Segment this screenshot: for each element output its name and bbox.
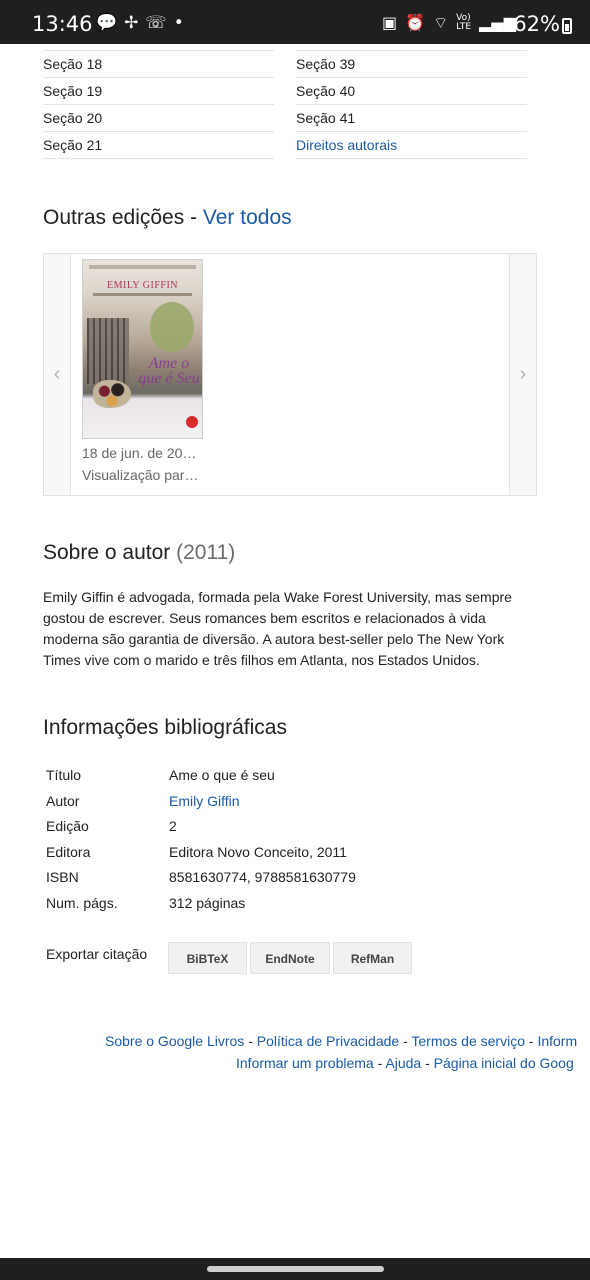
footer-separator: - [421, 1055, 434, 1071]
section-item[interactable]: Seção 40 [296, 77, 527, 104]
carousel-next-button[interactable]: › [509, 254, 536, 495]
chevron-right-icon: › [519, 363, 527, 385]
bibliographic-heading: Informações bibliográficas [43, 716, 287, 739]
about-author-year: (2011) [176, 541, 236, 564]
battery-percent: 62% [513, 12, 560, 36]
status-time: 13:46 [32, 12, 93, 36]
footer-link-terms[interactable]: Termos de serviço [411, 1033, 525, 1049]
other-editions-heading: Outras edições - Ver todos [43, 206, 292, 230]
home-gesture-handle[interactable] [207, 1266, 384, 1272]
bib-value: 8581630774, 9788581630779 [169, 869, 356, 886]
sections-column-right: Seção 39 Seção 40 Seção 41 Direitos auto… [296, 50, 527, 159]
cover-subtitle [93, 293, 192, 296]
wifi-icon: ⌔ [433, 13, 449, 32]
endnote-button[interactable]: EndNote [250, 942, 330, 974]
page: 13:46 💬 ✢ ☏ • ▣ ⏰ ⌔ Vo) LTE ▂▄▆ 62% Seção… [0, 0, 590, 1280]
bib-value: 312 páginas [169, 894, 246, 911]
footer-line-2: Informar um problema - Ajuda - Página in… [236, 1052, 574, 1074]
alarm-icon: ⏰ [405, 13, 426, 32]
footer-separator: - [524, 1033, 538, 1049]
about-author-title: Sobre o autor [43, 541, 177, 564]
see-all-link[interactable]: Ver todos [203, 206, 292, 229]
footer-separator: - [244, 1033, 257, 1049]
footer-link-home[interactable]: Página inicial do Goog [434, 1055, 574, 1071]
cover-trees [150, 302, 194, 352]
bib-value: 2 [169, 818, 177, 835]
bib-value: Editora Novo Conceito, 2011 [169, 843, 347, 860]
section-item[interactable]: Seção 19 [43, 77, 274, 104]
footer-link-help[interactable]: Ajuda [385, 1055, 421, 1071]
editions-carousel: ‹ EMILY GIFFIN Ame o que é Seu 18 de jun… [43, 253, 537, 496]
chat-bubble-icon: 💬 [96, 13, 118, 33]
cover-flowers [93, 380, 131, 408]
about-author-heading: Sobre o autor (2011) [43, 541, 235, 565]
bibtex-button[interactable]: BiBTeX [168, 942, 247, 974]
status-bar: 13:46 💬 ✢ ☏ • ▣ ⏰ ⌔ Vo) LTE ▂▄▆ 62% [0, 0, 590, 44]
about-author-text: Emily Giffin é advogada, formada pela Wa… [43, 589, 512, 668]
cover-tagline [89, 265, 196, 269]
section-item[interactable]: Seção 41 [296, 104, 527, 131]
bibliographic-table: Título Ame o que é seu Autor Emily Giffi… [46, 763, 356, 917]
navigation-bar [0, 1258, 590, 1280]
cover-author: EMILY GIFFIN [106, 280, 178, 291]
section-item[interactable]: Seção 20 [43, 104, 274, 131]
section-item[interactable]: Seção 18 [43, 50, 274, 77]
footer-line-1: Sobre o Google Livros - Política de Priv… [105, 1030, 577, 1052]
edition-card[interactable]: EMILY GIFFIN Ame o que é Seu 18 de jun. … [82, 259, 206, 486]
signal-icon: ▂▄▆ [479, 13, 516, 32]
missed-call-icon: ☏ [145, 13, 167, 33]
export-citation-label: Exportar citação [46, 946, 148, 962]
other-editions-title: Outras edições - [43, 206, 203, 229]
volte-icon: Vo) LTE [456, 13, 472, 32]
refman-button[interactable]: RefMan [333, 942, 412, 974]
bib-key: Autor [46, 792, 80, 809]
cover-street [87, 318, 129, 384]
export-citation: Exportar citação BiBTeX EndNote RefMan [46, 942, 415, 974]
section-item[interactable]: Seção 21 [43, 131, 274, 159]
system-icons: ▣ ⏰ ⌔ Vo) LTE ▂▄▆ [382, 14, 516, 32]
book-cover[interactable]: EMILY GIFFIN Ame o que é Seu [82, 259, 203, 439]
dot-icon: • [173, 13, 184, 33]
publisher-logo [186, 416, 198, 428]
edition-date: 18 de jun. de 20… [82, 445, 197, 461]
footer-link-about[interactable]: Sobre o Google Livros [105, 1033, 244, 1049]
section-item[interactable]: Seção 39 [296, 50, 527, 77]
bib-row-isbn: ISBN 8581630774, 9788581630779 [46, 865, 356, 891]
battery-icon [562, 18, 572, 34]
footer-link-report[interactable]: Informar um problema [236, 1055, 374, 1071]
cover-title: Ame o que é Seu [138, 355, 200, 387]
footer-separator: - [373, 1055, 386, 1071]
sections-column-left: Seção 18 Seção 19 Seção 20 Seção 21 [43, 50, 274, 159]
bib-key: Editora [46, 843, 91, 860]
footer-link-privacy[interactable]: Política de Privacidade [257, 1033, 399, 1049]
chevron-left-icon: ‹ [53, 363, 61, 385]
bib-key: Num. págs. [46, 894, 118, 911]
bag-icon: ▣ [382, 13, 398, 32]
bib-row-title: Título Ame o que é seu [46, 763, 356, 789]
author-link[interactable]: Emily Giffin [169, 789, 240, 815]
bib-key: Título [46, 767, 82, 783]
carousel-prev-button[interactable]: ‹ [44, 254, 71, 495]
copyright-link[interactable]: Direitos autorais [296, 131, 527, 159]
bib-key: ISBN [46, 869, 79, 886]
notification-icons: 💬 ✢ ☏ • [96, 14, 184, 32]
footer-link-info[interactable]: Inform [537, 1033, 577, 1049]
bib-row-publisher: Editora Editora Novo Conceito, 2011 [46, 840, 356, 866]
edition-preview: Visualização par… [82, 467, 199, 483]
footer-separator: - [399, 1033, 412, 1049]
bib-key: Edição [46, 818, 89, 835]
bib-row-author: Autor Emily Giffin [46, 789, 356, 815]
bib-value: Ame o que é seu [169, 767, 275, 783]
pinwheel-icon: ✢ [124, 13, 139, 33]
bib-row-edition: Edição 2 [46, 814, 356, 840]
bib-row-pages: Num. págs. 312 páginas [46, 891, 356, 917]
